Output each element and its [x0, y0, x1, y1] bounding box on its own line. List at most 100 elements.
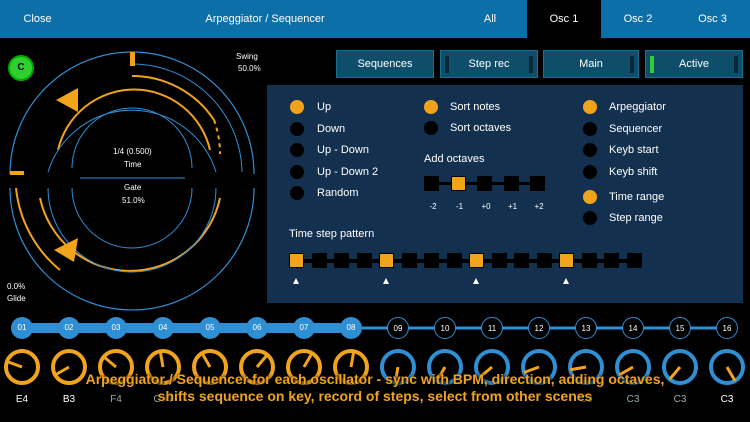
step-pad-11[interactable]: 11: [481, 317, 503, 339]
active-indicator-left: [650, 56, 654, 73]
step-rec-button[interactable]: Step rec: [440, 50, 538, 78]
step-pad-8[interactable]: 08: [340, 317, 362, 339]
pattern-step-11[interactable]: [536, 253, 552, 268]
step-knob-pointer-13: [569, 365, 587, 372]
time-label: Time: [124, 160, 142, 169]
step-pad-16[interactable]: 16: [716, 317, 738, 339]
direction-label-1: Down: [317, 122, 346, 135]
pattern-step-10[interactable]: [514, 253, 529, 268]
step-pad-1[interactable]: 01: [11, 317, 33, 339]
octave-value-4: +2: [534, 202, 544, 211]
direction-label-0: Up: [317, 101, 332, 113]
step-pad-13[interactable]: 13: [575, 317, 597, 339]
pattern-step-7[interactable]: [446, 253, 462, 268]
sort-octaves-label: Sort octaves: [450, 122, 512, 134]
step-pad-5[interactable]: 05: [199, 317, 221, 339]
pattern-step-8[interactable]: [469, 253, 484, 268]
direction-radio-4[interactable]: [290, 186, 304, 200]
close-button[interactable]: Close: [10, 0, 65, 38]
tab-osc-2[interactable]: Osc 2: [601, 0, 675, 38]
arp-settings-panel: Up Down Up - Down Up - Down 2 Random Sort no…: [267, 85, 743, 303]
pattern-step-9[interactable]: [491, 253, 507, 268]
pattern-step-13[interactable]: [581, 253, 597, 268]
octave-step-3[interactable]: [503, 176, 519, 191]
octave-value-2: +0: [481, 202, 491, 211]
step-knob-pointer-8: [349, 350, 356, 368]
step-knob-pointer-1: [6, 360, 23, 369]
sort-notes-label: Sort notes: [450, 101, 501, 113]
add-octaves-label: Add octaves: [424, 153, 485, 165]
step-rec-indicator-left: [445, 56, 449, 73]
pattern-step-15[interactable]: [626, 253, 642, 268]
caption-line-2: shifts sequence on key, record of steps,…: [157, 388, 593, 404]
glide-label: Glide: [7, 294, 26, 303]
step-pad-6[interactable]: 06: [246, 317, 268, 339]
pattern-step-1[interactable]: [311, 253, 327, 268]
step-pad-12[interactable]: 12: [528, 317, 550, 339]
range-radio-0[interactable]: [583, 190, 597, 204]
mode-label-0: Arpeggiator: [609, 101, 666, 113]
pattern-step-12[interactable]: [559, 253, 574, 268]
sequences-label: Sequences: [357, 58, 413, 70]
time-gate-dial[interactable]: [0, 38, 265, 313]
octave-step-2[interactable]: [477, 176, 492, 191]
direction-label-4: Random: [317, 187, 359, 199]
main-button[interactable]: Main: [543, 50, 639, 78]
mode-label-1: Sequencer: [609, 122, 663, 135]
pattern-step-4[interactable]: [379, 253, 394, 268]
mode-radio-0[interactable]: [583, 100, 597, 114]
range-radio-1[interactable]: [583, 211, 597, 225]
main-label: Main: [579, 58, 603, 70]
step-pad-14[interactable]: 14: [622, 317, 644, 339]
direction-radio-0[interactable]: [290, 100, 304, 114]
scene-c-badge[interactable]: C: [8, 55, 34, 81]
mode-label-2: Keyb start: [609, 144, 659, 156]
mode-radio-1[interactable]: [583, 121, 597, 136]
pattern-step-6[interactable]: [424, 253, 439, 268]
swing-label: Swing: [236, 52, 258, 61]
time-step-pattern-label: Time step pattern: [289, 228, 375, 240]
octave-step-1[interactable]: [450, 176, 466, 191]
pattern-step-5[interactable]: [401, 253, 417, 268]
step-pad-7[interactable]: 07: [293, 317, 315, 339]
octave-step-0[interactable]: [424, 176, 439, 191]
caption-line-1: Arpeggiator / Sequencer for each oscilla…: [85, 371, 665, 387]
sequences-button[interactable]: Sequences: [336, 50, 434, 78]
step-pad-4[interactable]: 04: [152, 317, 174, 339]
step-rec-indicator-right: [529, 56, 533, 73]
tab-osc-3[interactable]: Osc 3: [675, 0, 750, 38]
pattern-step-14[interactable]: [604, 253, 619, 268]
tab-osc-1[interactable]: Osc 1: [527, 0, 601, 38]
step-pad-15[interactable]: 15: [669, 317, 691, 339]
octave-step-4[interactable]: [530, 176, 545, 191]
octave-value-3: +1: [507, 202, 518, 211]
step-rec-label: Step rec: [468, 58, 510, 70]
mode-radio-3[interactable]: [583, 164, 597, 179]
tab-all[interactable]: All: [455, 0, 525, 38]
step-pad-3[interactable]: 03: [105, 317, 127, 339]
step-pad-9[interactable]: 09: [387, 317, 409, 339]
range-label-0: Time range: [609, 191, 665, 203]
direction-radio-1[interactable]: [290, 121, 304, 136]
active-button[interactable]: Active: [645, 50, 743, 78]
mode-radio-2[interactable]: [583, 143, 597, 157]
active-label: Active: [679, 58, 709, 70]
pattern-step-0[interactable]: [289, 253, 304, 268]
octave-value-1: -1: [455, 202, 464, 211]
direction-label-2: Up - Down: [317, 144, 369, 156]
direction-radio-3[interactable]: [290, 164, 304, 179]
pattern-step-3[interactable]: [356, 253, 372, 268]
step-knob-pointer-7: [302, 352, 314, 368]
direction-radio-2[interactable]: [290, 143, 304, 157]
step-knob-pointer-3: [102, 355, 117, 369]
step-knob-pointer-4: [158, 350, 165, 368]
step-pad-2[interactable]: 02: [58, 317, 80, 339]
sort-notes-toggle[interactable]: [424, 100, 438, 114]
sort-octaves-toggle[interactable]: [424, 121, 438, 135]
page-title: Arpeggiator / Sequencer: [205, 13, 325, 25]
pattern-marker-12: [563, 278, 569, 284]
step-pad-10[interactable]: 10: [434, 317, 456, 339]
gate-label: Gate: [124, 183, 142, 192]
pattern-step-2[interactable]: [334, 253, 349, 268]
time-value: 1/4 (0.500): [113, 147, 152, 156]
